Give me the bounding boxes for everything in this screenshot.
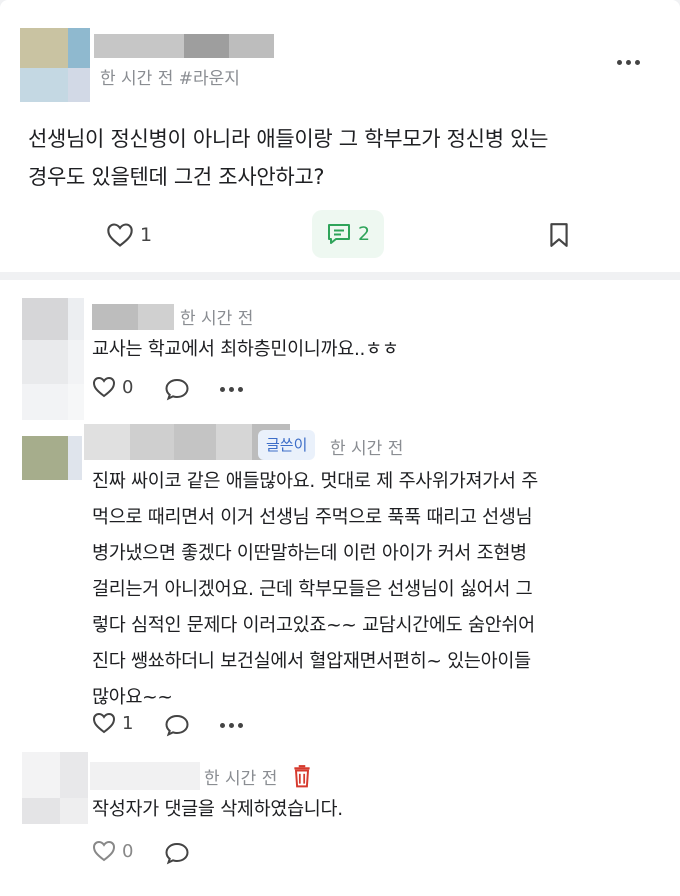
- comment-more-icon[interactable]: [220, 723, 243, 728]
- author-name-blurred: [94, 34, 274, 58]
- post-body: 선생님이 정신병이 아니라 애들이랑 그 학부모가 정신병 있는 경우도 있을텐…: [28, 127, 549, 189]
- trash-icon[interactable]: [291, 764, 313, 788]
- comment-text: 교사는 학교에서 최하층민이니까요..ㅎㅎ: [92, 339, 399, 360]
- heart-icon: [92, 712, 116, 734]
- commenter-avatar[interactable]: [22, 752, 88, 824]
- post-tag[interactable]: #라운지: [179, 69, 240, 89]
- heart-icon: [92, 840, 116, 862]
- comment-icon: [327, 224, 350, 244]
- comment-button[interactable]: 2: [312, 210, 384, 258]
- commenter-name-blurred: [92, 304, 174, 330]
- bookmark-icon: [550, 223, 568, 247]
- comment-like-button[interactable]: 0: [92, 376, 133, 398]
- comment-more-icon[interactable]: [220, 387, 243, 392]
- comment-time: 한 시간 전: [330, 439, 404, 459]
- reply-icon[interactable]: [164, 377, 190, 401]
- comment-like-count: 0: [122, 840, 134, 862]
- reply-icon[interactable]: [164, 713, 190, 737]
- commenter-avatar[interactable]: [22, 298, 84, 420]
- comment-count: 2: [357, 223, 371, 245]
- bookmark-button[interactable]: [548, 222, 570, 248]
- like-count: 1: [140, 224, 153, 246]
- deleted-comment-text: 작성자가 댓글을 삭제하였습니다.: [92, 799, 343, 820]
- comment-text: 진짜 싸이코 같은 애들많아요. 멋대로 제 주사위가져가서 주 먹으로 때리면…: [92, 471, 538, 708]
- author-avatar[interactable]: [20, 28, 90, 102]
- commenter-name-blurred: [90, 762, 200, 790]
- comment-like-button[interactable]: 0: [92, 840, 133, 862]
- post-time: 한 시간 전: [100, 69, 174, 89]
- writer-avatar[interactable]: [22, 436, 82, 480]
- post-card: 한 시간 전 #라운지 선생님이 정신병이 아니라 애들이랑 그 학부모가 정신…: [0, 0, 680, 272]
- comment-like-count: 0: [122, 376, 134, 398]
- comment-time: 한 시간 전: [204, 769, 278, 789]
- heart-icon: [92, 376, 116, 398]
- like-button[interactable]: 1: [106, 222, 152, 248]
- reply-icon[interactable]: [164, 841, 190, 865]
- comment-like-button[interactable]: 1: [92, 712, 133, 734]
- post-meta: 한 시간 전 #라운지: [100, 64, 240, 89]
- heart-icon: [107, 223, 133, 247]
- comment-like-count: 1: [122, 712, 134, 734]
- comment-time: 한 시간 전: [180, 309, 254, 329]
- more-options-icon[interactable]: [617, 60, 640, 65]
- writer-badge: 글쓴이: [258, 430, 316, 460]
